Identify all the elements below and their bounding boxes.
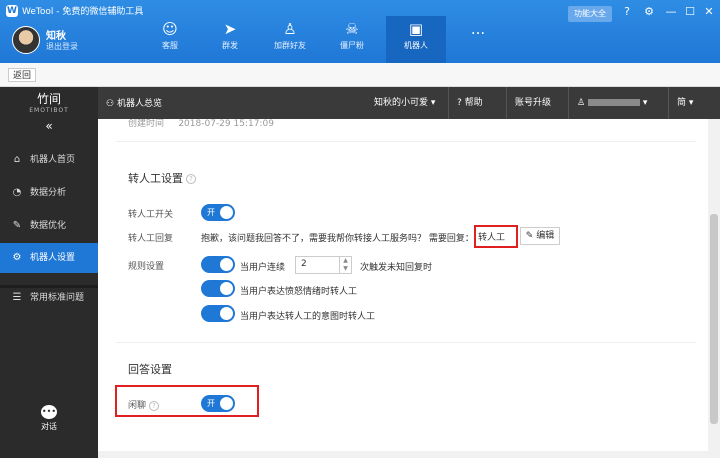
gear-icon[interactable]: ⚙ — [642, 5, 656, 19]
settings-panel: 创建时间 2018-07-29 15:17:09 转人工设置? 转人工开关 开 … — [98, 119, 708, 451]
robot-toolbar: ⚇ 机器人总览 知秋的小可爱 ▾ ? 帮助 账号升级 ♙ ▾ 简 ▾ — [98, 87, 720, 119]
headset-icon: ☺ — [162, 20, 178, 38]
created-time: 创建时间 2018-07-29 15:17:09 — [128, 119, 274, 129]
edit-icon: ✎ — [525, 231, 534, 241]
window-title-text: WeTool - 免费的微信辅助工具 — [22, 7, 144, 17]
sidebar-item-robot-settings[interactable]: ⚙ 机器人设置 — [0, 243, 98, 273]
nav-zombie-fans[interactable]: ☠ 僵尸粉 — [322, 16, 382, 63]
help-icon[interactable]: ? — [149, 400, 160, 411]
sidebar-item-common-questions[interactable]: ☰ 常用标准问题 — [0, 283, 98, 313]
nav-add-friends[interactable]: ♙ 加群好友 — [260, 16, 320, 63]
emotibot-logo: 竹间 EMOTIBOT — [0, 87, 98, 117]
paper-plane-icon: ➤ — [223, 20, 237, 38]
chat-button[interactable]: ••• 对话 — [0, 405, 98, 432]
help-icon[interactable]: ? — [186, 174, 196, 184]
vertical-scrollbar[interactable] — [708, 119, 720, 451]
rules-label: 规则设置 — [128, 262, 165, 272]
transfer-switch[interactable]: 开 — [201, 204, 235, 221]
sidebar-item-robot-home[interactable]: ⌂ 机器人首页 — [0, 145, 98, 175]
collapse-sidebar-icon[interactable]: « — [0, 119, 98, 133]
language-selector[interactable]: 简 ▾ — [668, 87, 701, 119]
robot-overview[interactable]: ⚇ 机器人总览 — [106, 96, 162, 109]
nav-mass-send[interactable]: ➤ 群发 — [200, 16, 260, 63]
chitchat-label: 闲聊? — [128, 398, 160, 411]
unknown-count-stepper[interactable]: 2 ▲ ▼ — [295, 256, 352, 274]
back-button[interactable]: 返回 — [8, 68, 37, 82]
caret-down-icon: ▾ — [688, 98, 694, 108]
help-button[interactable]: ? 帮助 — [448, 87, 491, 119]
highlight-box — [474, 225, 518, 248]
divider — [116, 342, 696, 343]
caret-down-icon: ▾ — [430, 98, 436, 108]
top-header: W WeTool - 免费的微信辅助工具 知秋 退出登录 ☺ 客服 ➤ 群发 ♙… — [0, 0, 720, 63]
rule3-text: 当用户表达转人工的意图时转人工 — [240, 312, 376, 322]
robot-selector[interactable]: 知秋的小可爱 ▾ — [374, 87, 435, 119]
window-title: W WeTool - 免费的微信辅助工具 — [6, 4, 143, 17]
sidebar-item-data-optimize[interactable]: ✎ 数据优化 — [0, 211, 98, 241]
user-name: 知秋 — [46, 31, 66, 42]
robot-icon: ⚇ — [106, 99, 115, 109]
bottom-strip — [98, 451, 720, 458]
rule-unknown-reply-switch[interactable] — [201, 256, 235, 273]
logout-link[interactable]: 退出登录 — [46, 41, 78, 52]
list-icon: ☰ — [12, 292, 22, 303]
more-icon: ... — [470, 20, 486, 38]
rule1-prefix: 当用户连续 — [240, 263, 286, 273]
scrollbar-thumb[interactable] — [710, 214, 718, 424]
brand-name-en: EMOTIBOT — [29, 107, 69, 114]
account-name-redacted — [587, 99, 640, 106]
edit-button[interactable]: ✎ 编辑 — [520, 227, 560, 245]
edit-icon: ✎ — [12, 220, 22, 231]
sidebar: 竹间 EMOTIBOT « ⌂ 机器人首页 ◔ 数据分析 ✎ 数据优化 ⚙ 机器人设置 … — [0, 87, 98, 458]
nav-more[interactable]: ... — [448, 16, 508, 63]
robot-icon: ▣ — [408, 20, 424, 38]
transfer-reply-text: 抱歉，该问题我回答不了，需要我帮你转接人工服务吗？ 需要回复： — [201, 234, 474, 244]
brand-name: 竹间 — [36, 92, 61, 106]
help-circle-icon: ? — [457, 98, 462, 108]
chat-bubble-icon: ••• — [41, 405, 57, 419]
transfer-reply-label: 转人工回复 — [128, 234, 174, 244]
divider — [116, 141, 696, 142]
skull-icon: ☠ — [345, 20, 359, 38]
wetool-logo-icon: W — [6, 4, 18, 17]
minimize-icon[interactable]: — — [664, 5, 678, 19]
home-icon: ⌂ — [13, 154, 21, 165]
rule-angry-switch[interactable] — [201, 280, 235, 297]
avatar[interactable] — [12, 26, 40, 54]
rule1-suffix: 次触发未知回复时 — [360, 263, 433, 273]
nav-robot[interactable]: ▣ 机器人 — [386, 16, 446, 63]
nav-customer-service[interactable]: ☺ 客服 — [140, 16, 200, 63]
rule-intent-switch[interactable] — [201, 305, 235, 322]
close-icon[interactable]: ✕ — [702, 5, 716, 19]
upgrade-button[interactable]: 账号升级 — [506, 87, 559, 119]
rule2-text: 当用户表达愤怒情绪时转人工 — [240, 287, 358, 297]
maximize-icon[interactable]: ☐ — [683, 5, 697, 19]
user-icon: ♙ — [577, 98, 586, 108]
pie-chart-icon: ◔ — [12, 187, 22, 198]
chitchat-switch[interactable]: 开 — [201, 395, 235, 412]
answer-section-title: 回答设置 — [128, 363, 172, 376]
back-row: 返回 — [0, 63, 720, 87]
add-user-icon: ♙ — [283, 20, 297, 38]
help-circle-icon[interactable]: ? — [620, 5, 634, 19]
transfer-section-title: 转人工设置? — [128, 170, 196, 186]
account-menu[interactable]: ♙ ▾ — [568, 87, 660, 119]
gear-icon: ⚙ — [12, 252, 22, 263]
function-all-button[interactable]: 功能大全 — [568, 6, 612, 22]
stepper-arrows-icon[interactable]: ▲ ▼ — [339, 257, 351, 273]
sidebar-item-data-analysis[interactable]: ◔ 数据分析 — [0, 178, 98, 208]
caret-down-icon: ▾ — [642, 98, 648, 108]
transfer-switch-label: 转人工开关 — [128, 210, 174, 220]
